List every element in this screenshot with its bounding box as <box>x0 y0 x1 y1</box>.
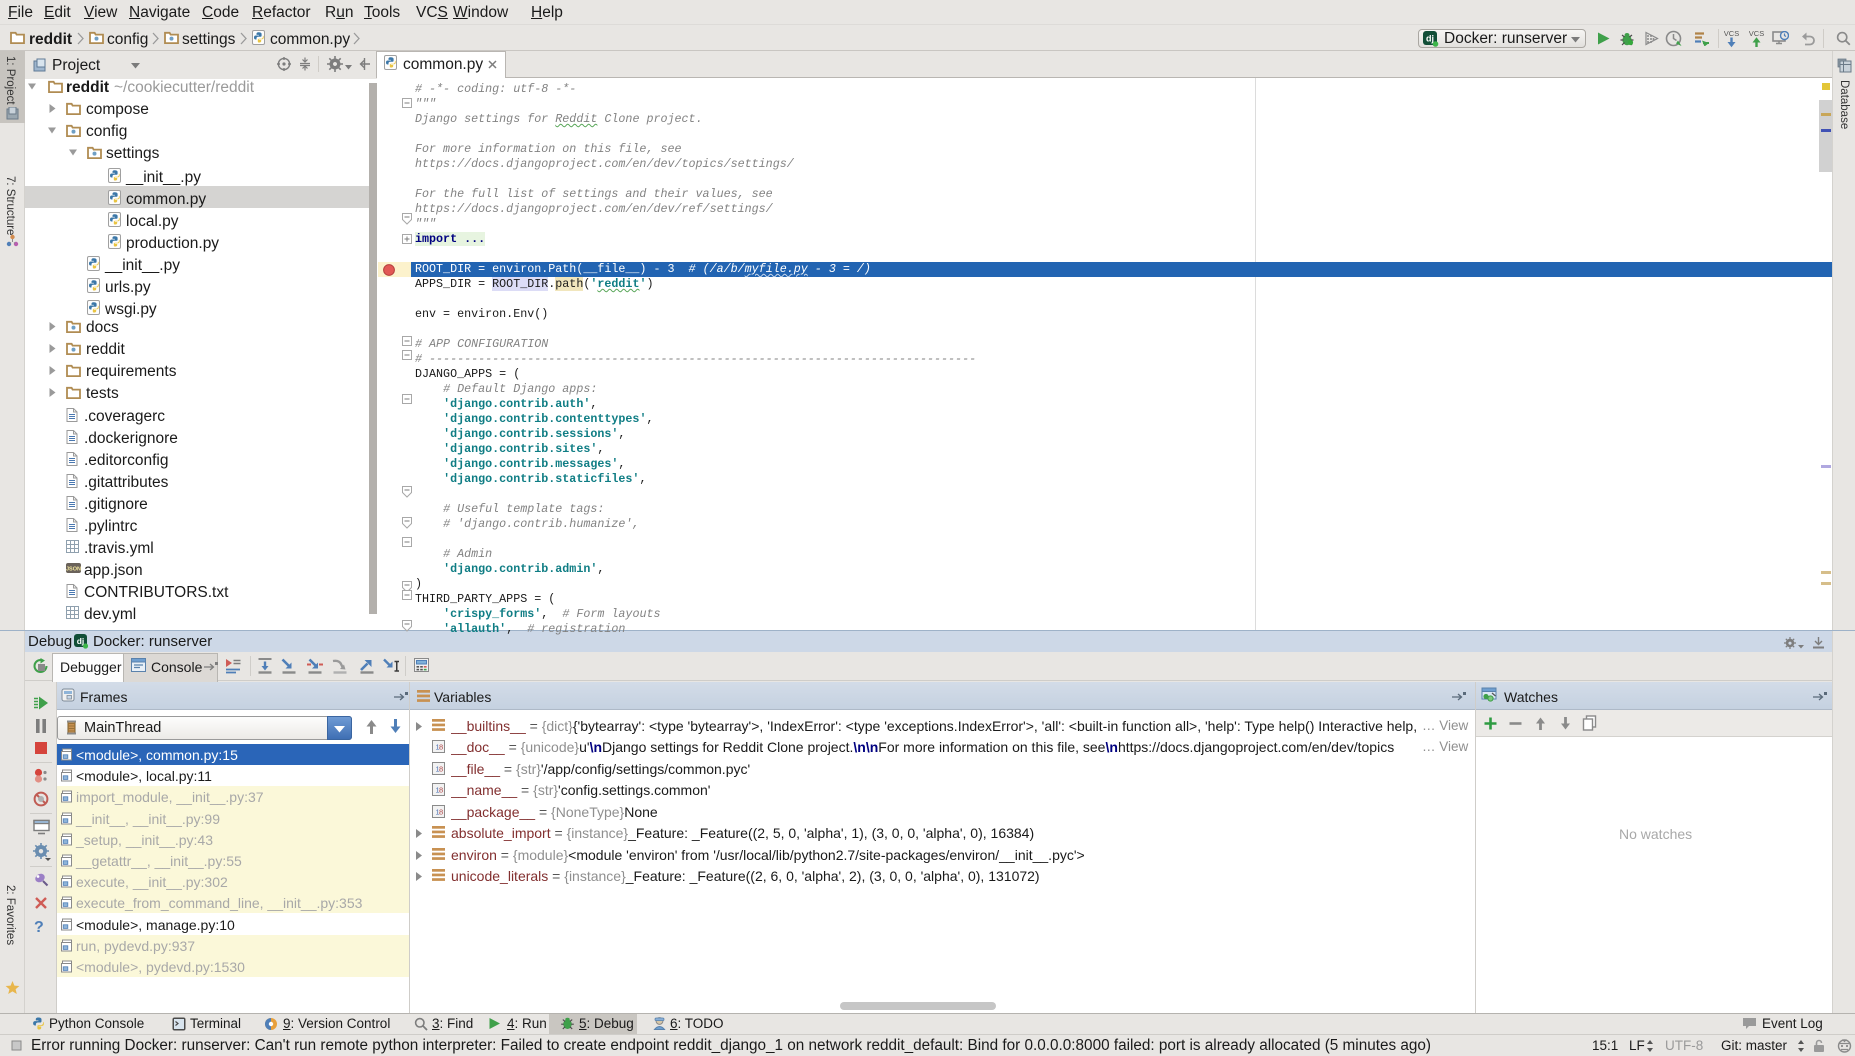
svg-text:VCS: VCS <box>1724 29 1739 38</box>
svg-text:8: 8 <box>439 743 443 752</box>
svg-text:dj: dj <box>1426 34 1434 44</box>
svg-text:8: 8 <box>439 808 443 817</box>
svg-text:JSON: JSON <box>66 567 81 573</box>
svg-text:8: 8 <box>439 765 443 774</box>
svg-text:dj: dj <box>77 636 85 646</box>
svg-text:VCS: VCS <box>1749 29 1764 38</box>
svg-text:8: 8 <box>439 786 443 795</box>
